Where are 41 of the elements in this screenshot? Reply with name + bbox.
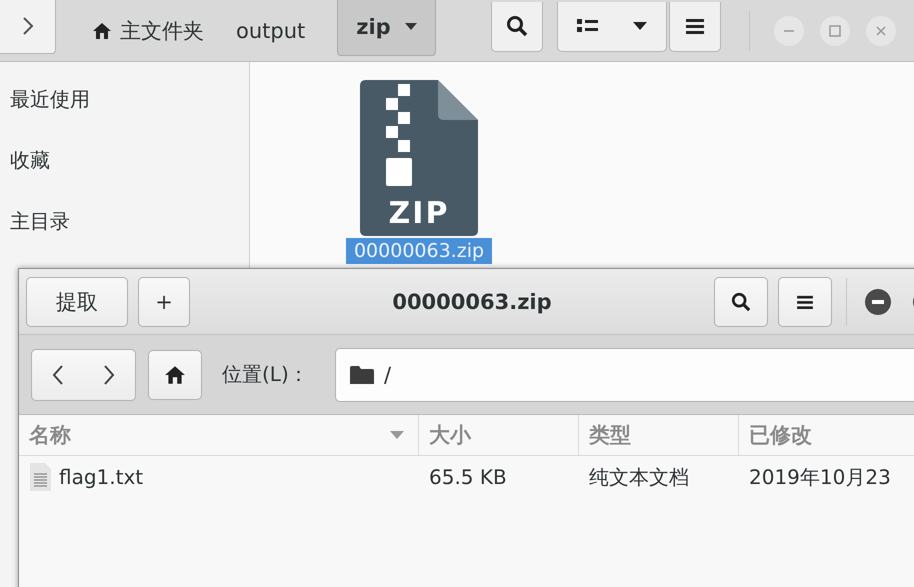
folder-icon [350,366,374,384]
close-icon [875,24,887,36]
home-icon [164,364,186,384]
file-type-label: ZIP [388,196,450,231]
path-button[interactable]: zip [337,0,436,56]
menu-icon [686,18,704,34]
sidebar-item[interactable]: 主目录 [0,196,249,257]
toolbar-button[interactable]: + [138,276,190,326]
file-type: 纯文本文档 [589,464,689,490]
home-icon [92,22,112,40]
chevron-right-icon [20,16,34,36]
menu-icon [797,294,813,308]
minimize-button[interactable] [865,288,891,314]
maximize-icon [829,24,841,36]
location-field[interactable]: / [335,348,914,402]
minimize-icon [865,288,891,314]
file-size: 65.5 KB [429,465,507,489]
dropdown-icon [404,23,417,31]
chevron-left-icon [50,364,65,386]
chevron-right-icon [102,364,116,386]
location-label: 位置(L)： [222,361,310,388]
zip-file-icon [360,80,478,236]
text-file-icon [29,463,51,491]
view-options-button[interactable] [557,2,667,52]
path-button[interactable]: 主文件夹 [92,0,236,61]
window-title: 00000063.zip [391,290,553,314]
list-view-icon [577,18,599,34]
menu-button[interactable] [669,2,721,52]
menu-button[interactable] [778,276,832,326]
search-button[interactable] [491,2,543,52]
path-button[interactable]: output [236,0,338,61]
search-icon [731,292,751,312]
sidebar-item[interactable]: 最近使用 [0,74,249,135]
home-button[interactable] [148,350,202,400]
search-icon [506,15,528,37]
search-button[interactable] [714,276,768,326]
file-name[interactable]: flag1.txt [59,465,144,489]
modified-date: 2019年10月23 [749,464,891,490]
sidebar-item[interactable]: 收藏 [0,135,249,196]
dropdown-icon [633,22,647,30]
toolbar-button[interactable]: 提取 [26,276,128,326]
